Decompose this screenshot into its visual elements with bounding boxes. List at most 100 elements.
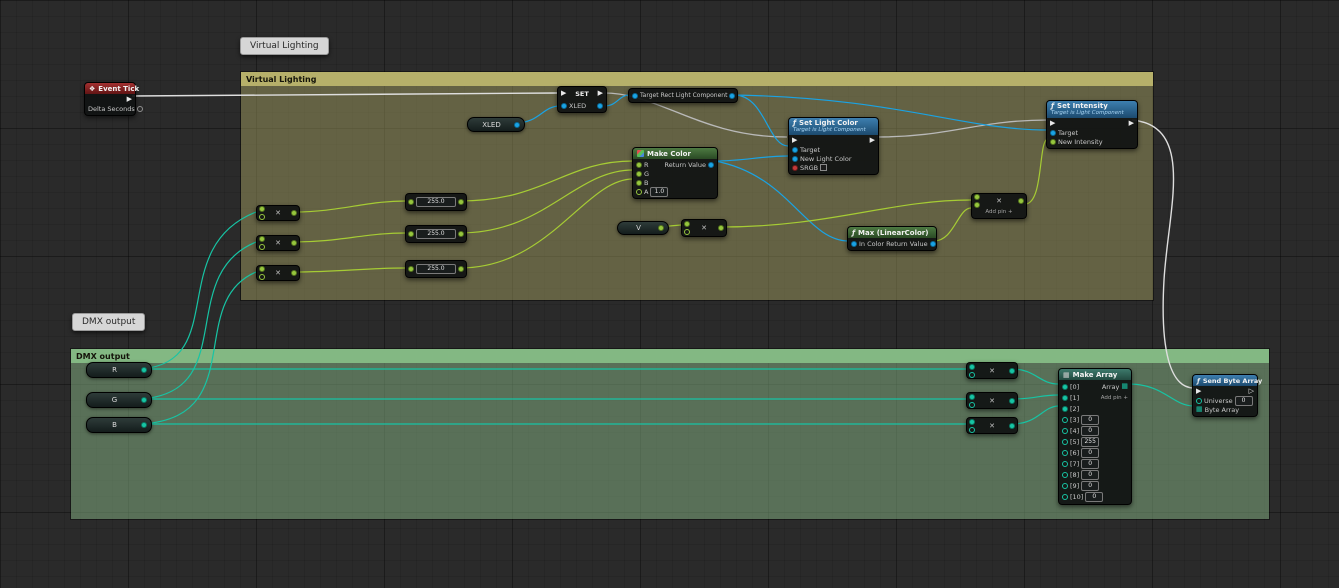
out-pin[interactable]: [458, 231, 464, 237]
wire-255b-to-makecolor-g[interactable]: [460, 170, 633, 233]
a-in-pin[interactable]: [636, 189, 642, 195]
mult-out-pin[interactable]: [718, 225, 724, 231]
node-set-xled[interactable]: ▶ SET ▶ XLED: [557, 86, 607, 113]
new-light-color-pin[interactable]: [792, 156, 798, 162]
in-color-pin[interactable]: [851, 241, 857, 247]
node-send-byte-array[interactable]: ƒ Send Byte Array ▶ ▷ Universe 0 ▦ Byte …: [1192, 374, 1258, 417]
wire-255c-to-makecolor-b[interactable]: [460, 179, 633, 268]
wire-mult1-to-255a[interactable]: [294, 201, 405, 212]
target-in-pin[interactable]: [792, 147, 798, 153]
mult-out-pin[interactable]: [1009, 368, 1015, 374]
value-255-box[interactable]: 255.0: [416, 264, 456, 274]
array-el-value[interactable]: 0: [1085, 492, 1103, 502]
array-el-pin[interactable]: [1062, 494, 1068, 500]
node-multiply-addpin[interactable]: ✕ Add pin +: [971, 193, 1027, 219]
mult-out-pin[interactable]: [291, 240, 297, 246]
a-value-box[interactable]: 1.0: [650, 187, 668, 197]
wire-makecolor-to-newlightcolor[interactable]: [715, 156, 788, 161]
node-get-xled[interactable]: XLED: [467, 117, 525, 132]
node-set-light-color[interactable]: ƒ Set Light Color Target is Light Compon…: [788, 117, 879, 175]
exec-out-pin[interactable]: ▶: [598, 90, 603, 97]
node-set-intensity[interactable]: ƒ Set Intensity Target is Light Componen…: [1046, 100, 1138, 149]
r-value-pin[interactable]: [141, 367, 147, 373]
wire-mult2-to-255b[interactable]: [294, 233, 405, 242]
node-dmx-multiply-3[interactable]: ✕: [966, 417, 1018, 434]
mult-in-b-pin[interactable]: [259, 244, 265, 250]
node-dmx-multiply-1[interactable]: ✕: [966, 362, 1018, 379]
mult-out-pin[interactable]: [1009, 398, 1015, 404]
array-el-pin[interactable]: [1062, 472, 1068, 478]
mult-in-a-pin[interactable]: [969, 364, 975, 370]
g-value-pin[interactable]: [141, 397, 147, 403]
node-make-color[interactable]: Make Color R Return Value G B A: [632, 147, 718, 199]
wire-mult3-to-255c[interactable]: [294, 268, 405, 272]
mult-in-a-pin[interactable]: [259, 266, 265, 272]
node-multiply-3[interactable]: ✕: [256, 265, 300, 281]
node-max-linearcolor[interactable]: ƒ Max (LinearColor) In Color Return Valu…: [847, 226, 937, 251]
wire-addpinmult-to-newintensity[interactable]: [1025, 139, 1048, 204]
add-pin-label[interactable]: Add pin +: [1101, 395, 1128, 401]
mult-out-pin[interactable]: [291, 210, 297, 216]
array-out-pin[interactable]: ▦: [1121, 383, 1128, 390]
node-multiply-255-c[interactable]: 255.0: [405, 260, 467, 278]
node-multiply-255-a[interactable]: 255.0: [405, 193, 467, 211]
blueprint-canvas[interactable]: Virtual Lighting DMX output: [0, 0, 1339, 588]
delta-seconds-pin[interactable]: [137, 106, 143, 112]
mult-in-a-pin[interactable]: [969, 419, 975, 425]
node-get-b[interactable]: B: [86, 417, 152, 433]
array-el-pin[interactable]: [1062, 395, 1068, 401]
g-in-pin[interactable]: [636, 171, 642, 177]
srgb-pin[interactable]: [792, 165, 798, 171]
mult-in-a-pin[interactable]: [969, 394, 975, 400]
mult-in-b-pin[interactable]: [259, 274, 265, 280]
r-in-pin[interactable]: [636, 162, 642, 168]
xled-out-pin[interactable]: [597, 103, 603, 109]
mult-in-a-pin[interactable]: [684, 221, 690, 227]
mult-in-b-pin[interactable]: [684, 229, 690, 235]
b-in-pin[interactable]: [636, 180, 642, 186]
array-el-value[interactable]: 0: [1081, 470, 1099, 480]
return-value-pin[interactable]: [708, 162, 714, 168]
array-el-pin[interactable]: [1062, 439, 1068, 445]
out-pin[interactable]: [458, 199, 464, 205]
mult-in-a-pin[interactable]: [259, 236, 265, 242]
wire-set-to-target[interactable]: [604, 95, 630, 106]
array-el-pin[interactable]: [1062, 483, 1068, 489]
rect-light-out-pin[interactable]: [729, 93, 735, 99]
wire-dmxmult2-to-array1[interactable]: [1012, 395, 1058, 399]
mult-in-a-pin[interactable]: [259, 206, 265, 212]
node-multiply-1[interactable]: ✕: [256, 205, 300, 221]
node-multiply-2[interactable]: ✕: [256, 235, 300, 251]
max-return-pin[interactable]: [930, 241, 936, 247]
wire-rectlight-to-setintensity-target[interactable]: [734, 95, 1048, 130]
srgb-checkbox[interactable]: [820, 164, 827, 171]
node-make-array[interactable]: ▦ Make Array [0] Array ▦ [1] Add pin + […: [1058, 368, 1132, 505]
array-el-value[interactable]: 0: [1081, 426, 1099, 436]
array-el-pin[interactable]: [1062, 417, 1068, 423]
byte-array-pin[interactable]: ▦: [1196, 406, 1203, 413]
value-255-box[interactable]: 255.0: [416, 229, 456, 239]
wire-dmxmult1-to-array0[interactable]: [1012, 369, 1058, 384]
array-el-value[interactable]: 0: [1081, 481, 1099, 491]
node-get-r[interactable]: R: [86, 362, 152, 378]
exec-out-pin[interactable]: ▶: [1129, 120, 1134, 127]
universe-value[interactable]: 0: [1235, 396, 1253, 406]
exec-out-pin[interactable]: ▷: [1249, 388, 1254, 395]
exec-in-pin[interactable]: ▶: [792, 137, 797, 144]
array-el-value[interactable]: 0: [1081, 448, 1099, 458]
value-255-box[interactable]: 255.0: [416, 197, 456, 207]
array-el-pin[interactable]: [1062, 384, 1068, 390]
exec-out-pin[interactable]: ▶: [127, 96, 132, 103]
in-pin[interactable]: [408, 199, 414, 205]
wire-rectlight-to-setlightcolor-target[interactable]: [734, 95, 788, 146]
wire-g-up-to-mult2[interactable]: [141, 242, 256, 399]
mult-in-b-pin[interactable]: [969, 427, 975, 433]
array-el-pin[interactable]: [1062, 450, 1068, 456]
mult-in-b-pin[interactable]: [259, 214, 265, 220]
mult-out-pin[interactable]: [1009, 423, 1015, 429]
wire-255a-to-makecolor-r[interactable]: [460, 161, 633, 201]
mult-in-b-pin[interactable]: [974, 202, 980, 208]
mult-in-a-pin[interactable]: [974, 194, 980, 200]
in-pin[interactable]: [408, 231, 414, 237]
exec-out-pin[interactable]: ▶: [870, 137, 875, 144]
